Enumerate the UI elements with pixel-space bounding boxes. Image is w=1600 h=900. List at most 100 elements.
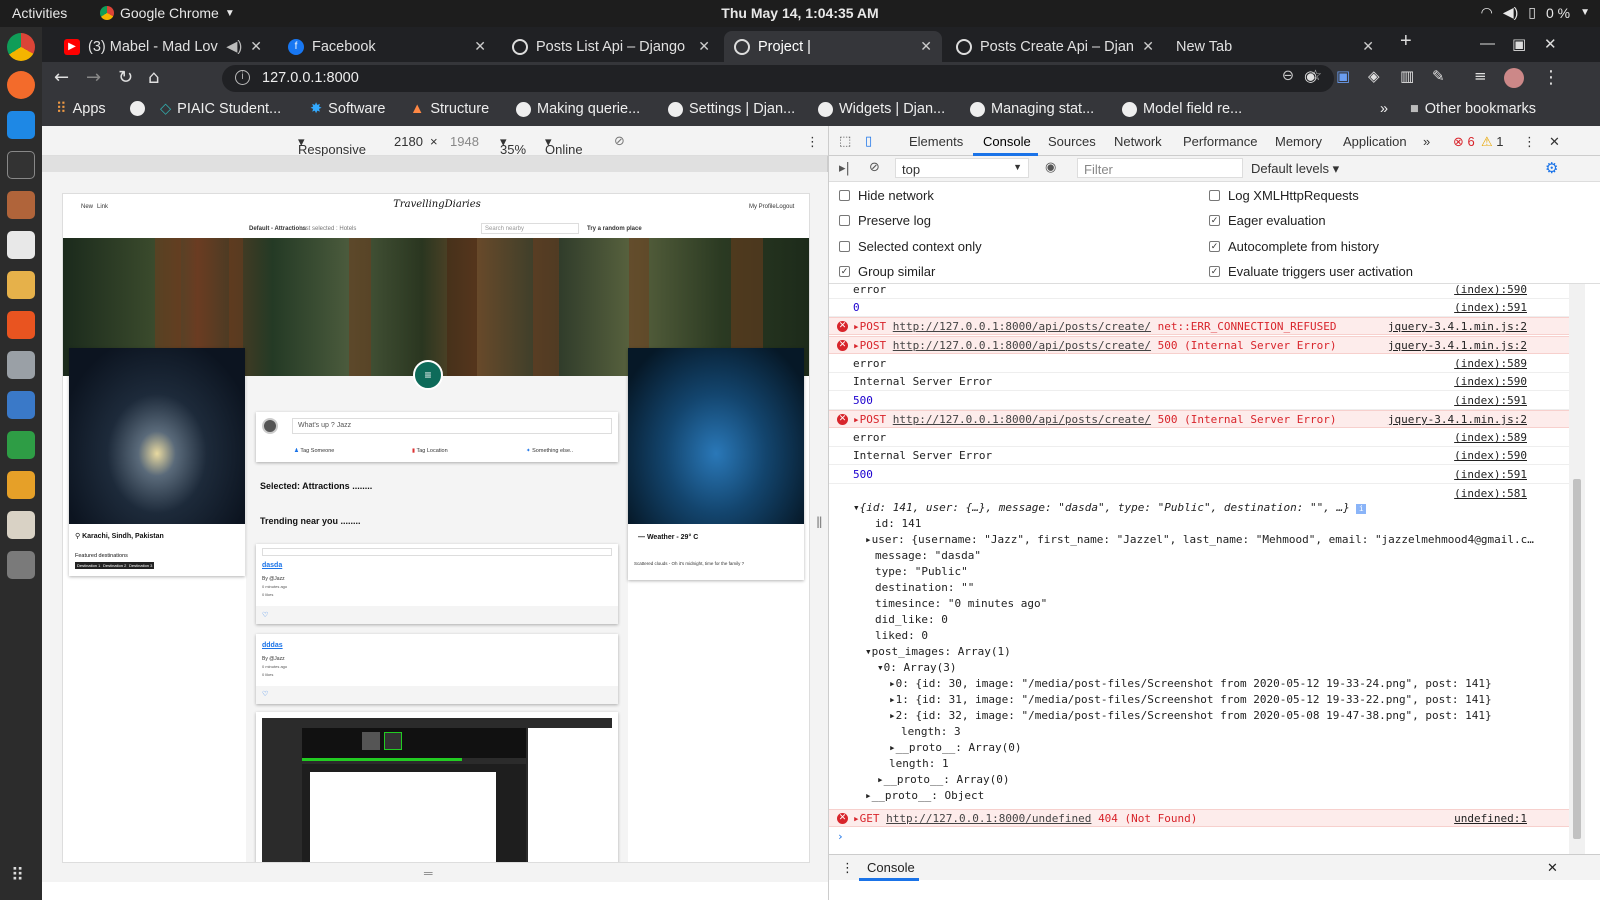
software-center-icon[interactable] [7,311,35,339]
calc-icon[interactable] [7,431,35,459]
tab-facebook[interactable]: f Facebook ✕ [278,31,496,62]
destination-badge[interactable]: Destination 3 [127,562,155,569]
bookmark-piaic[interactable]: ◇ PIAIC Student... [160,101,281,117]
close-devtools-icon[interactable]: ✕ [1549,134,1560,150]
source-link[interactable]: (index):589 [1454,431,1527,444]
sidebar-toggle-icon[interactable]: ▸| [839,161,850,176]
something-else-button[interactable]: ✦ Something else.. [526,448,573,454]
bookmark-managing-static[interactable]: Managing stat... [970,101,1094,117]
devtools-menu-icon[interactable]: ⋮ [1523,134,1536,150]
tab-network[interactable]: Network [1114,134,1162,149]
option-eager-evaluation[interactable]: ✓ Eager evaluation [1209,213,1326,228]
object-property[interactable]: ▾post_images: Array(1) [865,645,1011,658]
extension-icon[interactable]: ▥ [1400,67,1414,85]
other-bookmarks[interactable]: ■ Other bookmarks [1410,101,1536,117]
writer-icon[interactable] [7,391,35,419]
drawer-tab-console[interactable]: Console [867,860,915,875]
bookmark-structure[interactable]: ▲ Structure [410,101,489,117]
source-link[interactable]: jquery-3.4.1.min.js:2 [1388,413,1527,426]
request-url[interactable]: http://127.0.0.1:8000/api/posts/create/ [893,320,1151,333]
search-nearby-input[interactable]: Search nearby [481,223,579,234]
tab-elements[interactable]: Elements [909,134,963,149]
console-scrollbar[interactable] [1569,284,1585,854]
filter-default[interactable]: Default - Attractions [249,226,306,232]
nav-link-profile[interactable]: My Profile [749,204,776,210]
option-hide-network[interactable]: Hide network [839,188,934,203]
checkbox[interactable] [839,241,850,252]
avatar[interactable] [1504,68,1524,88]
request-url[interactable]: http://127.0.0.1:8000/api/posts/create/ [893,413,1151,426]
info-icon[interactable]: i [235,70,250,85]
checkbox[interactable] [839,215,850,226]
system-tray[interactable]: ◠ ◀) ▯ 0 % ▼ [1481,4,1590,21]
source-link[interactable]: (index):589 [1454,357,1527,370]
post-title[interactable]: dasda [262,562,282,569]
post-title[interactable]: dddas [262,642,283,649]
checkbox-checked[interactable]: ✓ [839,266,850,277]
files-icon[interactable] [7,191,35,219]
settings-icon[interactable]: ⚙ [1545,159,1558,177]
text-editor-icon[interactable] [7,231,35,259]
option-log-xhr[interactable]: Log XMLHttpRequests [1209,188,1359,203]
filter-fab-icon[interactable]: ≡ [413,360,443,390]
new-tab-button[interactable]: + [1400,30,1412,53]
checkbox[interactable] [1209,190,1220,201]
tab-project[interactable]: Project | ✕ [724,31,942,62]
color-picker-icon[interactable]: ✎ [1432,67,1445,85]
rotate-icon[interactable]: ⊘ [614,134,625,149]
height-input[interactable]: 1948 [450,134,479,149]
scrollbar-thumb[interactable] [1573,479,1581,839]
source-link[interactable]: (index):590 [1454,449,1527,462]
source-link[interactable]: (index):591 [1454,394,1527,407]
close-icon[interactable]: ✕ [698,38,710,55]
source-link[interactable]: jquery-3.4.1.min.js:2 [1388,320,1527,333]
settings-icon[interactable] [7,351,35,379]
address-bar[interactable]: i 127.0.0.1:8000 ⊖ ☆ [222,65,1334,92]
source-link[interactable]: (index):581 [1454,487,1527,500]
back-button[interactable]: ← [54,67,69,88]
info-icon[interactable]: i [1356,504,1367,514]
bookmark-widgets[interactable]: Widgets | Djan... [818,101,945,117]
more-tabs-icon[interactable]: » [1423,134,1430,149]
object-summary[interactable]: ▾{id: 141, user: {…}, message: "dasda", … [853,501,1367,514]
forward-button[interactable]: → [86,67,101,88]
network-select[interactable]: Online ▾ [545,134,583,157]
source-link[interactable]: undefined:1 [1454,812,1527,825]
request-url[interactable]: http://127.0.0.1:8000/undefined [886,812,1091,825]
like-icon[interactable]: ♡ [262,611,268,619]
option-group-similar[interactable]: ✓ Group similar [839,264,935,279]
close-window-button[interactable]: ✕ [1544,35,1557,53]
translate-icon[interactable]: ▣ [1336,67,1350,85]
tab-posts-create[interactable]: Posts Create Api – Djang ✕ [946,31,1164,62]
speaker-icon[interactable]: ◀) [226,39,242,55]
impress-icon[interactable] [7,471,35,499]
close-icon[interactable]: ✕ [250,38,262,55]
postman-icon[interactable] [7,71,35,99]
random-place-button[interactable]: Try a random place [587,226,642,232]
document-viewer-icon[interactable] [7,511,35,539]
installer-icon[interactable] [7,551,35,579]
site-brand[interactable]: TravellingDiaries [63,199,809,210]
bookmark-item[interactable] [130,101,145,116]
post-author[interactable]: By @Jazz [262,656,285,662]
object-property[interactable]: ▸__proto__: Array(0) [877,773,1009,786]
resize-handle-bottom[interactable]: ═ [424,866,433,880]
bookmark-apps[interactable]: ⠿ Apps [56,101,106,117]
levels-select[interactable]: Default levels ▾ [1251,161,1339,177]
bookmark-software[interactable]: ✸ Software [310,101,385,117]
tab-posts-list[interactable]: Posts List Api – Django R ✕ [502,31,720,62]
checkbox-checked[interactable]: ✓ [1209,266,1220,277]
checkbox[interactable] [839,190,850,201]
bookmark-model-field[interactable]: Model field re... [1122,101,1242,117]
source-link[interactable]: (index):590 [1454,284,1527,296]
option-preserve-log[interactable]: Preserve log [839,213,931,228]
object-property[interactable]: ▸__proto__: Array(0) [889,741,1021,754]
source-link[interactable]: (index):591 [1454,301,1527,314]
device-mode-select[interactable]: Responsive ▾ [298,134,366,157]
tab-new-tab[interactable]: New Tab ✕ [1166,31,1384,62]
tab-sources[interactable]: Sources [1048,134,1096,149]
width-input[interactable]: 2180 [394,134,423,149]
zoom-select[interactable]: 35% ▾ [500,134,526,157]
close-icon[interactable]: ✕ [920,38,932,55]
nav-link-logout[interactable]: Logout [776,204,794,210]
